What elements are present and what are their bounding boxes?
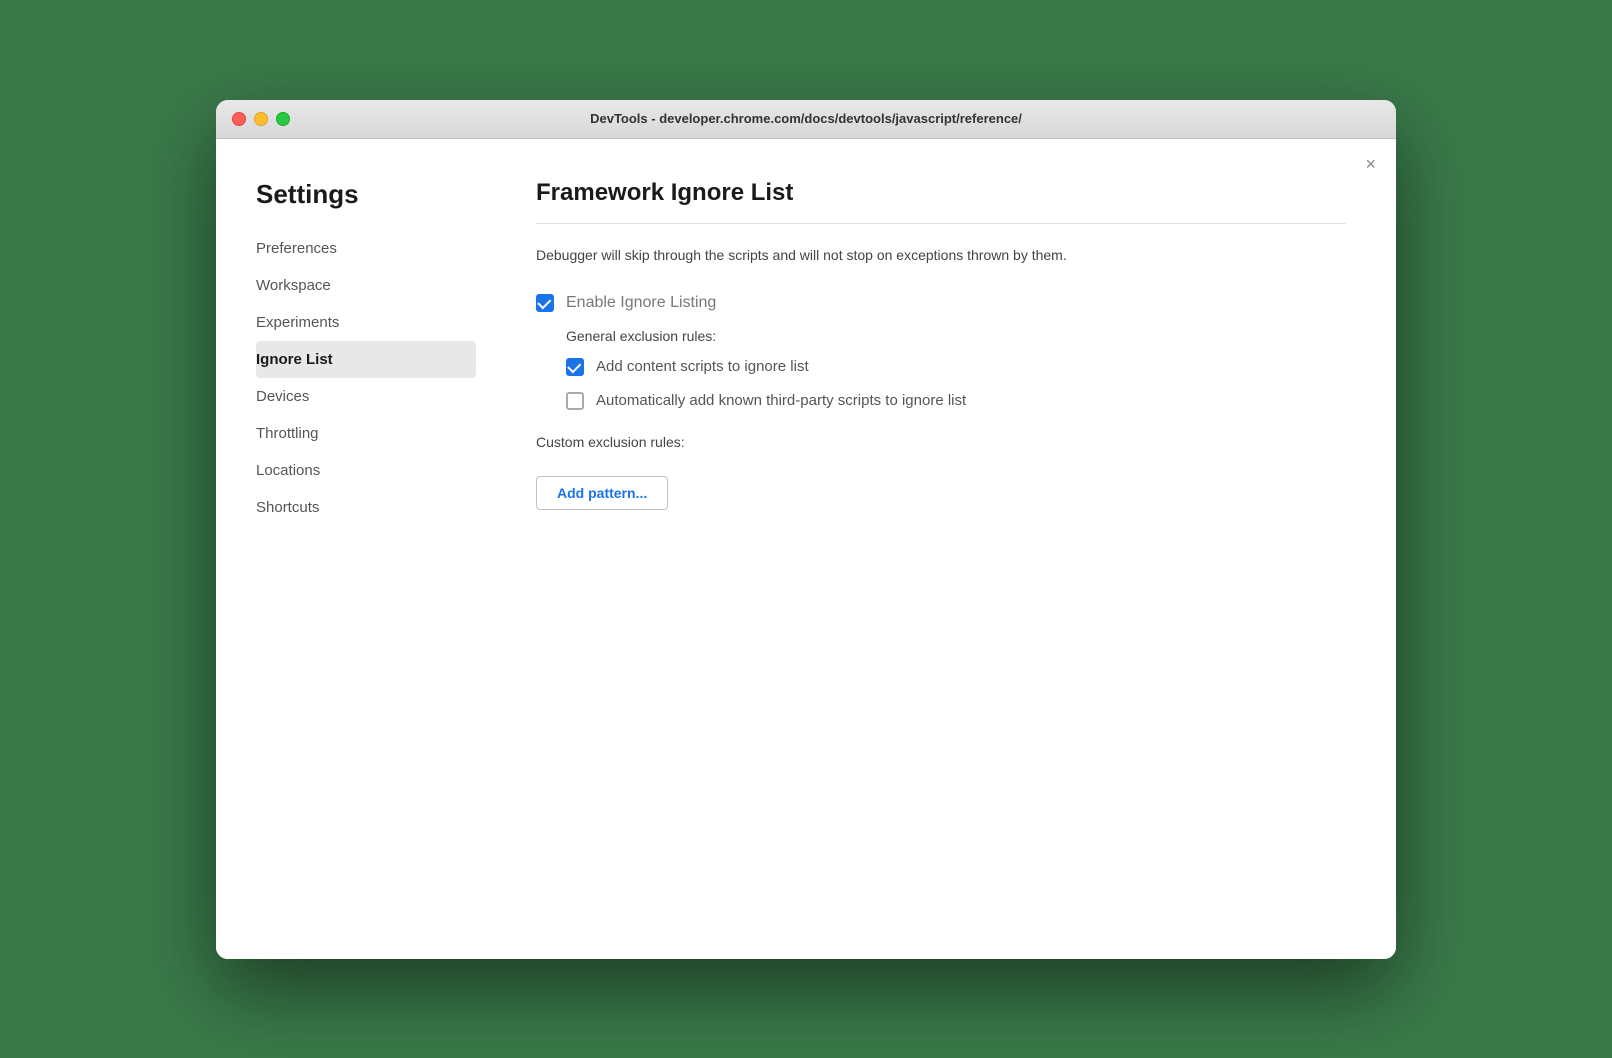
sidebar-heading: Settings bbox=[256, 179, 486, 210]
general-exclusion-label: General exclusion rules: bbox=[566, 328, 1346, 344]
custom-exclusion-section: Custom exclusion rules: Add pattern... bbox=[536, 434, 1346, 510]
page-title: Framework Ignore List bbox=[536, 179, 1346, 207]
main-content: × Framework Ignore List Debugger will sk… bbox=[486, 139, 1396, 959]
close-traffic-light[interactable] bbox=[232, 112, 246, 126]
rule2-label: Automatically add known third-party scri… bbox=[596, 392, 966, 409]
add-pattern-button[interactable]: Add pattern... bbox=[536, 476, 668, 510]
rule1-row: Add content scripts to ignore list bbox=[566, 358, 1346, 376]
description: Debugger will skip through the scripts a… bbox=[536, 244, 1296, 266]
traffic-lights bbox=[232, 112, 290, 126]
sidebar-item-preferences[interactable]: Preferences bbox=[256, 230, 476, 267]
sidebar-item-experiments[interactable]: Experiments bbox=[256, 304, 476, 341]
rule1-checkbox[interactable] bbox=[566, 358, 584, 376]
rule2-row: Automatically add known third-party scri… bbox=[566, 392, 1346, 410]
sidebar-item-ignore-list[interactable]: Ignore List bbox=[256, 341, 476, 378]
sidebar-item-workspace[interactable]: Workspace bbox=[256, 267, 476, 304]
sidebar-item-devices[interactable]: Devices bbox=[256, 378, 476, 415]
browser-title: DevTools - developer.chrome.com/docs/dev… bbox=[590, 111, 1022, 126]
sidebar: Settings Preferences Workspace Experimen… bbox=[216, 139, 486, 959]
rule2-checkbox[interactable] bbox=[566, 392, 584, 410]
general-exclusion-section: General exclusion rules: Add content scr… bbox=[566, 328, 1346, 410]
sidebar-item-throttling[interactable]: Throttling bbox=[256, 415, 476, 452]
minimize-traffic-light[interactable] bbox=[254, 112, 268, 126]
sidebar-item-shortcuts[interactable]: Shortcuts bbox=[256, 489, 476, 526]
sidebar-nav: Preferences Workspace Experiments Ignore… bbox=[256, 230, 486, 526]
sidebar-item-locations[interactable]: Locations bbox=[256, 452, 476, 489]
maximize-traffic-light[interactable] bbox=[276, 112, 290, 126]
enable-ignore-listing-row: Enable Ignore Listing bbox=[536, 294, 1346, 312]
divider bbox=[536, 223, 1346, 224]
browser-window: DevTools - developer.chrome.com/docs/dev… bbox=[216, 100, 1396, 959]
browser-content: Settings Preferences Workspace Experimen… bbox=[216, 139, 1396, 959]
title-bar: DevTools - developer.chrome.com/docs/dev… bbox=[216, 100, 1396, 139]
close-button[interactable]: × bbox=[1365, 155, 1376, 173]
enable-ignore-listing-label: Enable Ignore Listing bbox=[566, 294, 716, 312]
rule1-label: Add content scripts to ignore list bbox=[596, 358, 809, 375]
custom-exclusion-label: Custom exclusion rules: bbox=[536, 434, 1346, 450]
enable-ignore-listing-checkbox[interactable] bbox=[536, 294, 554, 312]
